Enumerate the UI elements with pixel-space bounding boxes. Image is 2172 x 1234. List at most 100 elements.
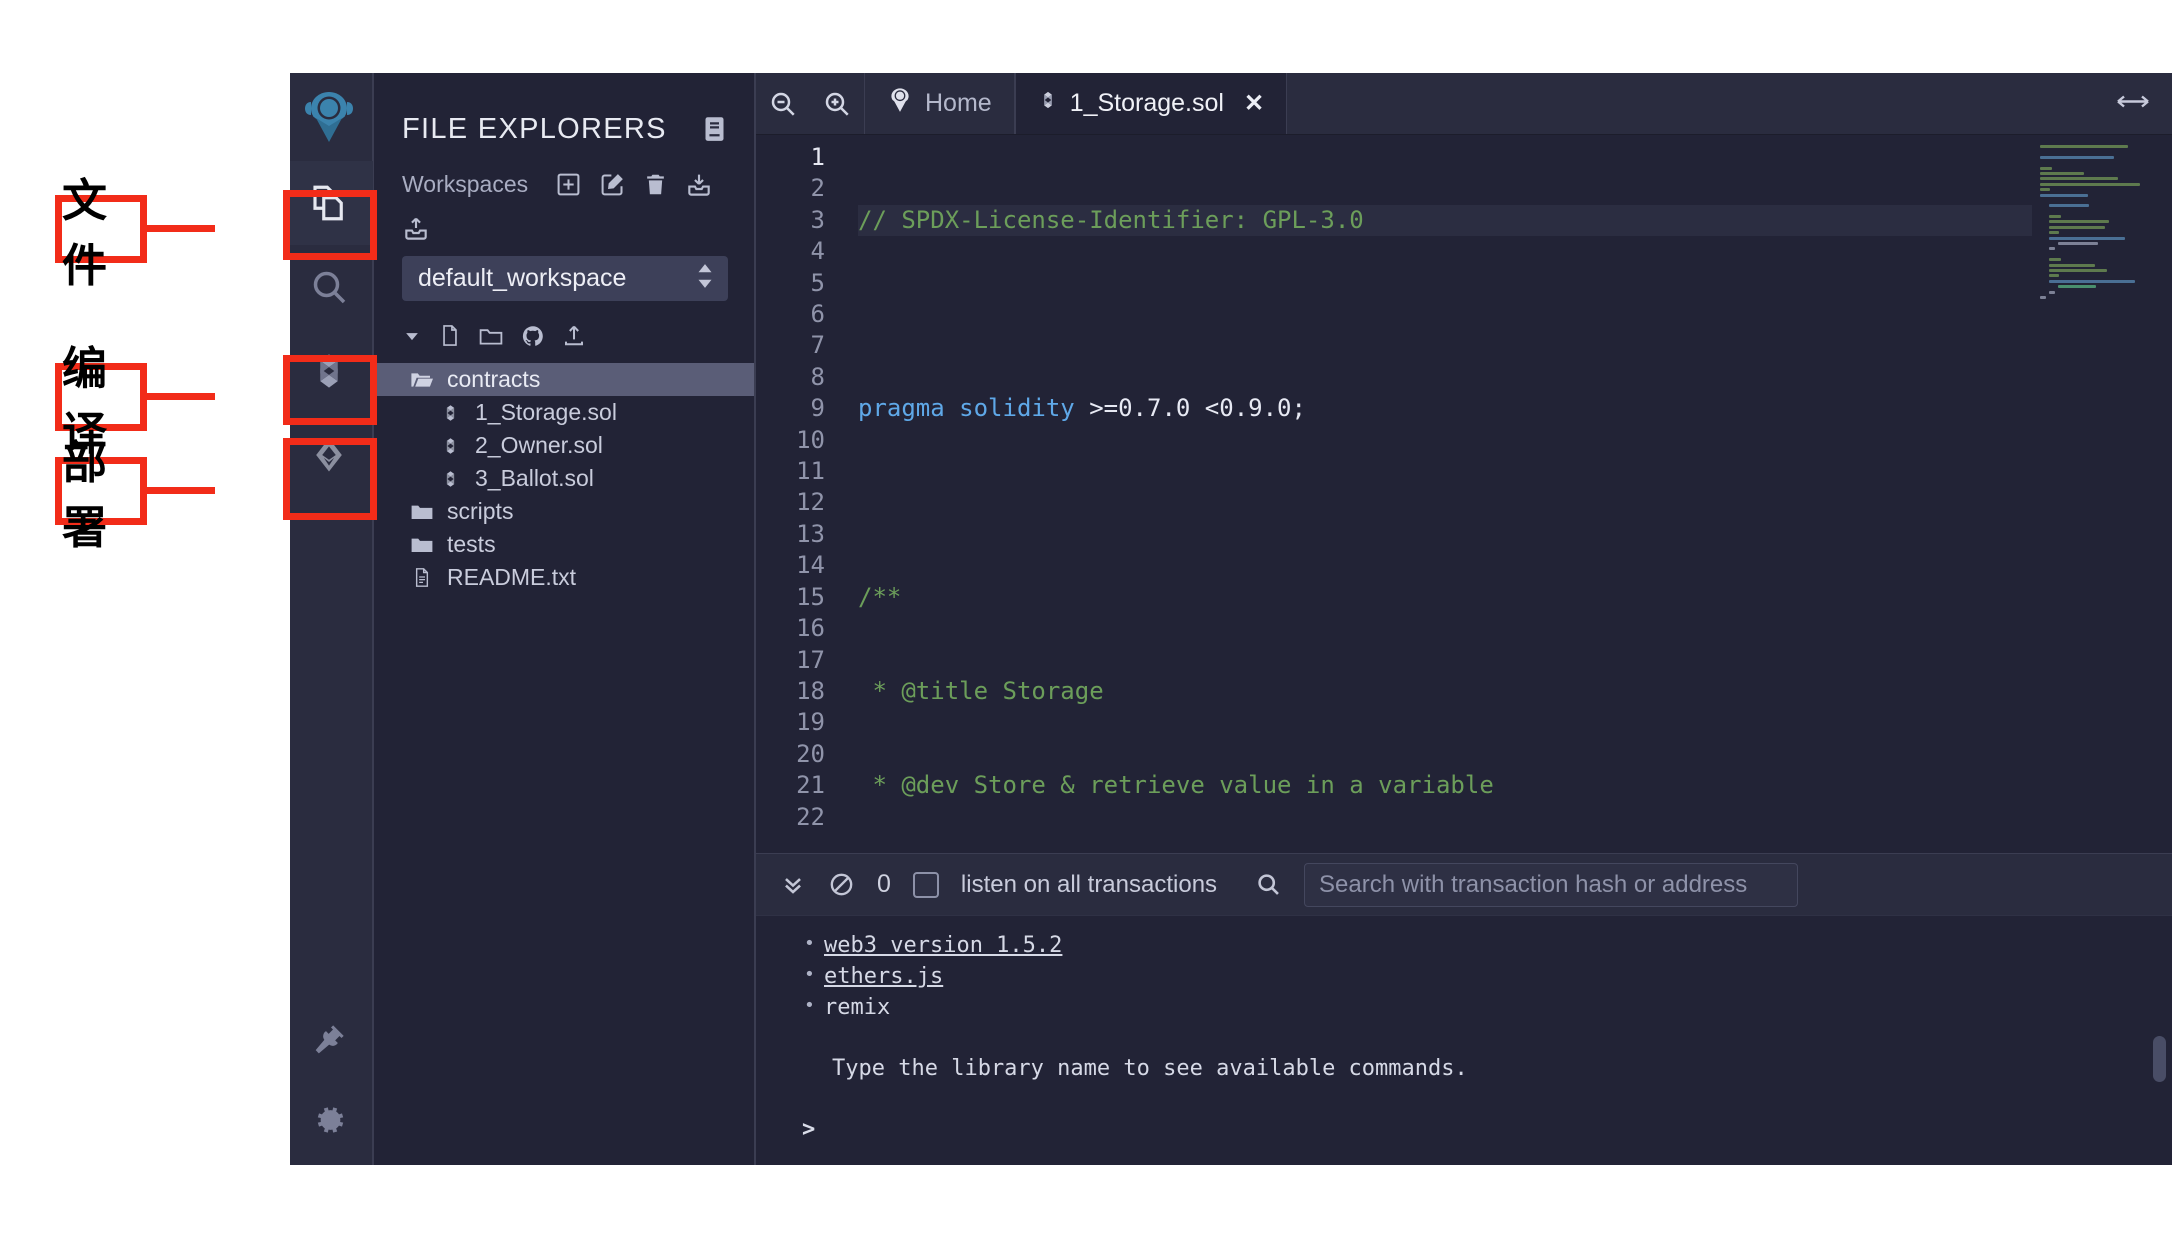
file-tree: contracts 1_Storage.sol 2_Owner.sol 3_Ba…	[374, 301, 754, 594]
tree-item-label: 2_Owner.sol	[475, 432, 603, 458]
remix-ide-window: FILE EXPLORERS Workspaces default_worksp…	[285, 73, 2172, 1165]
tree-item-contracts[interactable]: contracts	[374, 363, 754, 396]
code-line: // SPDX-License-Identifier: GPL-3.0	[858, 204, 2172, 237]
solidity-file-icon	[438, 468, 462, 490]
sidebar-item-deploy-and-run[interactable]	[285, 413, 373, 497]
terminal-link-web3[interactable]: web3 version 1.5.2	[824, 933, 1062, 958]
tree-item-label: README.txt	[447, 564, 577, 590]
terminal-link-ethers[interactable]: ethers.js	[824, 964, 943, 989]
folder-open-icon	[410, 370, 434, 390]
download-tray-icon[interactable]	[685, 171, 713, 198]
workspace-select-value: default_workspace	[418, 264, 627, 292]
terminal-text-remix: remix	[824, 995, 891, 1020]
tree-item-2-owner-sol[interactable]: 2_Owner.sol	[374, 429, 754, 462]
transaction-search-placeholder: Search with transaction hash or address	[1319, 870, 1748, 898]
tree-item-label: contracts	[447, 366, 541, 392]
list-item: ethers.js	[802, 959, 2172, 992]
tree-item-label: 3_Ballot.sol	[475, 465, 594, 491]
sidebar-item-solidity-compiler[interactable]	[285, 329, 373, 413]
transaction-count: 0	[877, 870, 891, 898]
tree-item-3-ballot-sol[interactable]: 3_Ballot.sol	[374, 462, 754, 495]
list-item: remix	[802, 990, 2172, 1023]
line-number-gutter: 123456 7 8 9 10 11 12 13 14 15 16 17 18 19 20 21 22	[796, 143, 825, 831]
workspaces-toolbar: Workspaces	[374, 161, 754, 242]
publish-upload-icon[interactable]	[562, 323, 586, 353]
icon-rail	[285, 73, 374, 1165]
ban-circle-icon[interactable]	[828, 871, 855, 898]
zoom-in-icon[interactable]	[810, 73, 864, 134]
terminal-hint: Type the library name to see available c…	[832, 1056, 1468, 1081]
upload-tray-icon[interactable]	[402, 215, 430, 242]
tab-label: 1_Storage.sol	[1069, 89, 1224, 117]
terminal-library-list: web3 version 1.5.2 ethers.js remix	[802, 928, 2172, 1023]
text-file-icon	[410, 566, 434, 589]
annotation-leader-compile	[147, 393, 215, 400]
solidity-file-icon	[438, 435, 462, 457]
remix-home-icon	[887, 86, 913, 121]
pencil-square-icon[interactable]	[599, 171, 626, 198]
terminal-toolbar: 0 listen on all transactions Search with…	[756, 854, 2172, 916]
tree-item-scripts[interactable]: scripts	[374, 495, 754, 528]
editor-tabbar: Home 1_Storage.sol ✕	[756, 73, 2172, 135]
workspace-select[interactable]: default_workspace	[402, 256, 728, 301]
code-content[interactable]: // SPDX-License-Identifier: GPL-3.0 prag…	[844, 135, 2172, 853]
annotation-text: 文件	[62, 174, 110, 292]
terminal-prompt[interactable]: >	[802, 1114, 2172, 1145]
code-line: * @title Storage	[858, 676, 1104, 705]
list-item: web3 version 1.5.2	[802, 928, 2172, 961]
tab-home[interactable]: Home	[864, 73, 1015, 134]
tree-item-label: tests	[447, 531, 496, 557]
tab-label: Home	[925, 89, 992, 117]
file-explorer-header: FILE EXPLORERS	[374, 73, 754, 161]
main-area: Home 1_Storage.sol ✕ 1 2 3 4 5 6 7 8 9 1…	[756, 73, 2172, 1165]
annotation-label-file: 文件	[55, 174, 147, 292]
annotation-text: 部署	[62, 436, 110, 554]
new-file-icon[interactable]	[439, 323, 461, 353]
annotation-layer: 文件 编译 部署	[0, 0, 290, 1234]
tree-item-readme-txt[interactable]: README.txt	[374, 561, 754, 594]
folder-icon	[410, 502, 434, 522]
code-line: pragma solidity >=0.7.0 <0.9.0;	[858, 394, 1306, 423]
github-icon[interactable]	[521, 324, 545, 353]
annotation-label-deploy: 部署	[55, 436, 147, 554]
annotation-label-compile: 编译	[55, 342, 147, 460]
code-line: /**	[858, 582, 902, 611]
plugin-manager-button[interactable]	[285, 1005, 373, 1075]
terminal-scrollbar[interactable]	[2153, 1036, 2166, 1082]
settings-button[interactable]	[285, 1075, 373, 1165]
tree-item-label: scripts	[447, 498, 514, 524]
file-tree-toolbar	[374, 317, 754, 363]
sidebar-item-file-explorers[interactable]	[285, 161, 373, 245]
book-icon[interactable]	[701, 114, 728, 144]
annotation-leader-deploy	[147, 487, 215, 494]
tree-item-tests[interactable]: tests	[374, 528, 754, 561]
plus-square-icon[interactable]	[555, 171, 582, 198]
search-icon[interactable]	[1255, 871, 1282, 898]
close-icon[interactable]: ✕	[1244, 89, 1264, 118]
expand-horizontal-icon[interactable]	[2116, 90, 2150, 117]
tab-1-storage-sol[interactable]: 1_Storage.sol ✕	[1014, 73, 1288, 134]
trash-icon[interactable]	[643, 171, 668, 198]
remix-logo-icon	[285, 73, 373, 161]
workspaces-label: Workspaces	[402, 171, 529, 197]
code-line: * @dev Store & retrieve value in a varia…	[858, 771, 1494, 800]
listen-all-transactions-checkbox[interactable]	[912, 871, 939, 898]
annotation-leader-file	[147, 225, 215, 232]
tree-item-label: 1_Storage.sol	[475, 399, 617, 425]
chevron-double-down-icon[interactable]	[780, 872, 806, 898]
transaction-search-input[interactable]: Search with transaction hash or address	[1304, 862, 1799, 907]
code-editor[interactable]: 123456 7 8 9 10 11 12 13 14 15 16 17 18 19 20 21 22 /…	[756, 135, 2172, 853]
stepper-arrows-icon	[696, 261, 714, 296]
solidity-file-icon	[1038, 88, 1058, 119]
editor-minimap[interactable]	[2032, 135, 2172, 853]
chevron-down-icon[interactable]	[402, 326, 422, 351]
file-explorer-panel: FILE EXPLORERS Workspaces default_worksp…	[374, 73, 756, 1165]
tree-item-1-storage-sol[interactable]: 1_Storage.sol	[374, 396, 754, 429]
terminal-panel: 0 listen on all transactions Search with…	[756, 853, 2172, 1165]
listen-all-transactions-label: listen on all transactions	[960, 870, 1218, 898]
new-folder-icon[interactable]	[478, 324, 504, 353]
zoom-out-icon[interactable]	[756, 73, 810, 134]
sidebar-item-search[interactable]	[285, 245, 373, 329]
